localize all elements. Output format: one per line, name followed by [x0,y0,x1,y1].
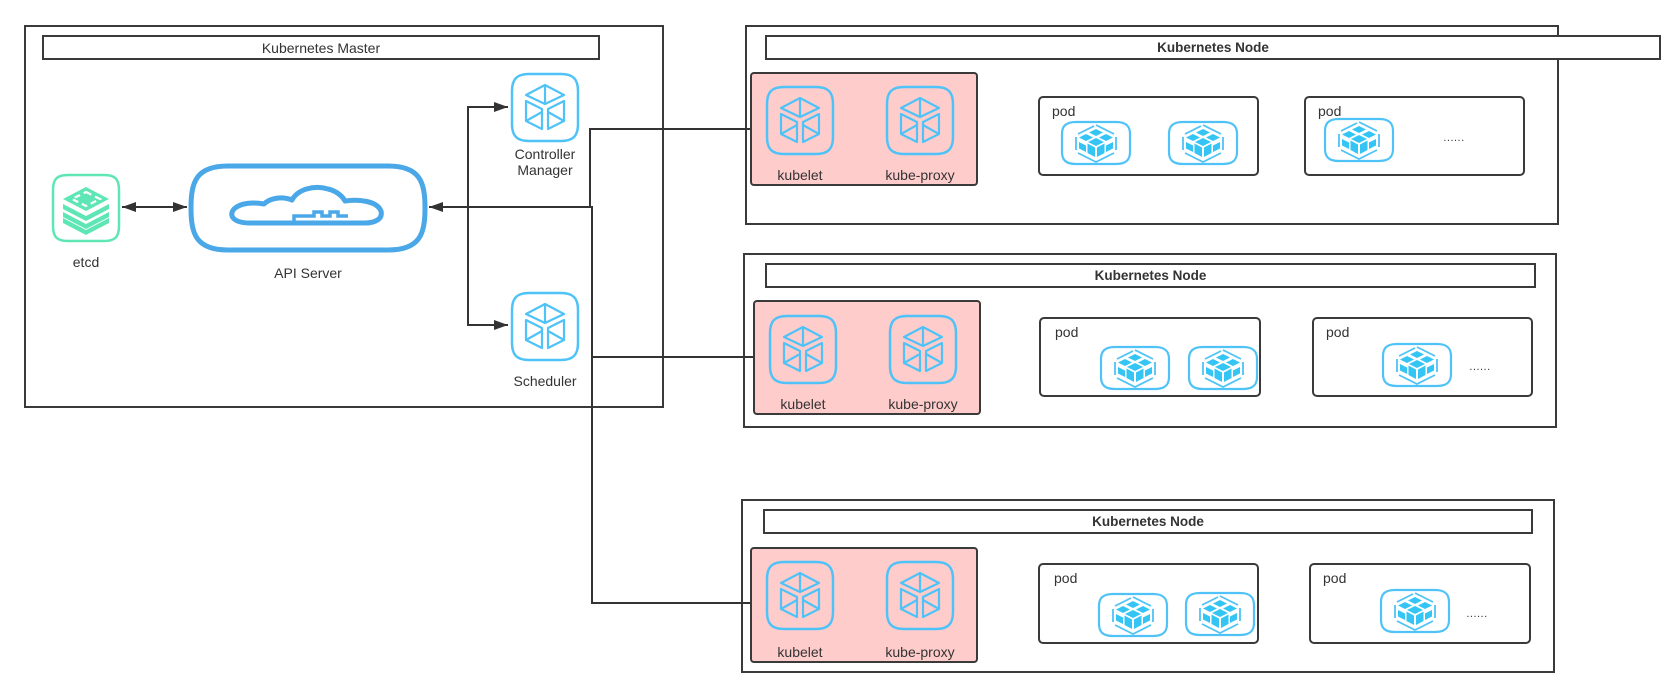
kubernetes-node-3: Kubernetes Node kubelet kube-proxy pod p… [741,499,1555,673]
pod[interactable]: pod [1038,96,1259,176]
pod[interactable]: pod ...... [1312,317,1533,397]
pod[interactable]: pod ...... [1309,563,1531,644]
kube-proxy-icon[interactable] [884,559,956,632]
container-icon[interactable] [1184,591,1256,637]
container-icon[interactable] [1323,117,1395,163]
scheduler-icon[interactable] [509,290,581,363]
more-ellipsis: ...... [1466,608,1488,620]
kubelet-icon[interactable] [767,313,839,386]
node-title: Kubernetes Node [765,35,1661,60]
container-icon[interactable] [1167,120,1239,166]
kubernetes-node-1: Kubernetes Node kubelet kube-proxy pod p… [745,25,1661,225]
pod-label: pod [1055,324,1079,340]
pod[interactable]: pod [1038,563,1259,644]
controller-manager-label-line1: Controller [514,146,576,162]
pod-label: pod [1326,324,1350,340]
controller-manager-icon[interactable] [509,71,581,144]
node-title-text: Kubernetes Node [1157,39,1269,55]
controller-manager-label-line2: Manager [517,162,573,178]
kubelet-icon[interactable] [764,84,836,157]
container-icon[interactable] [1099,345,1171,391]
kubelet-icon[interactable] [764,559,836,632]
etcd-label: etcd [72,254,100,270]
node-title-text: Kubernetes Node [1092,513,1204,529]
container-icon[interactable] [1381,342,1453,388]
api-server-frame [188,163,428,253]
pod[interactable]: pod [1039,317,1261,397]
pod-label: pod [1052,103,1076,119]
master-title: Kubernetes Master [42,35,600,60]
kubelet-label: kubelet [777,167,823,183]
etcd-icon[interactable] [50,172,122,244]
node-agents: kubelet kube-proxy [750,547,978,663]
kubelet-label: kubelet [780,396,826,412]
kube-proxy-label: kube-proxy [885,167,955,183]
scheduler-label: Scheduler [513,373,577,389]
pod-label: pod [1323,570,1347,586]
container-icon[interactable] [1187,345,1259,391]
server-slot-icon [292,210,348,221]
pod-label: pod [1054,570,1078,586]
kubernetes-node-2: Kubernetes Node kubelet kube-proxy pod p… [743,253,1557,428]
node-agents: kubelet kube-proxy [753,300,981,415]
kube-proxy-label: kube-proxy [885,644,955,660]
kube-proxy-label: kube-proxy [888,396,958,412]
node-title-text: Kubernetes Node [1094,267,1207,283]
kube-proxy-icon[interactable] [887,313,959,386]
node-title: Kubernetes Node [765,263,1536,288]
more-ellipsis: ...... [1469,361,1491,373]
container-icon[interactable] [1379,588,1451,634]
kube-proxy-icon[interactable] [884,84,956,157]
node-agents: kubelet kube-proxy [750,72,978,186]
more-ellipsis: ...... [1443,132,1465,144]
container-icon[interactable] [1097,592,1169,638]
kubelet-label: kubelet [777,644,823,660]
kubernetes-master: Kubernetes Master etcd API Server Contro… [24,25,664,408]
api-server-label: API Server [274,265,342,281]
api-server-icon[interactable] [188,162,428,254]
container-icon[interactable] [1060,120,1132,166]
master-title-text: Kubernetes Master [261,39,381,56]
node-title: Kubernetes Node [763,509,1533,534]
pod[interactable]: pod ...... [1304,96,1525,176]
